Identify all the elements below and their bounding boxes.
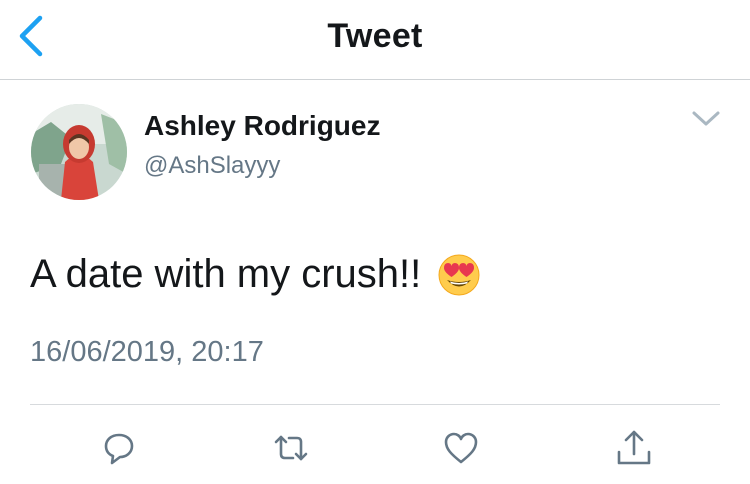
reply-icon (104, 433, 134, 465)
avatar-photo (31, 104, 127, 200)
divider (30, 404, 720, 405)
tweet-options-button[interactable] (690, 108, 722, 130)
navigation-bar: Tweet (0, 0, 750, 80)
reply-button[interactable] (99, 428, 139, 468)
share-button[interactable] (614, 428, 654, 468)
retweet-icon (274, 435, 308, 461)
tweet-detail-screen: Tweet Ashley Rodriguez @AshSlayyy A date… (0, 0, 750, 484)
retweet-button[interactable] (271, 428, 311, 468)
heart-icon (444, 432, 478, 464)
tweet-text: A date with my crush!! (30, 252, 481, 297)
avatar[interactable] (31, 104, 127, 200)
share-icon (617, 430, 651, 465)
author-handle[interactable]: @AshSlayyy (144, 152, 280, 180)
tweet-timestamp: 16/06/2019, 20:17 (30, 336, 264, 368)
heart-eyes-emoji-icon (437, 253, 481, 297)
author-name[interactable]: Ashley Rodriguez (144, 110, 380, 142)
like-button[interactable] (441, 428, 481, 468)
tweet-text-content: A date with my crush!! (30, 252, 422, 296)
page-title: Tweet (327, 17, 423, 55)
chevron-down-icon (692, 111, 720, 126)
